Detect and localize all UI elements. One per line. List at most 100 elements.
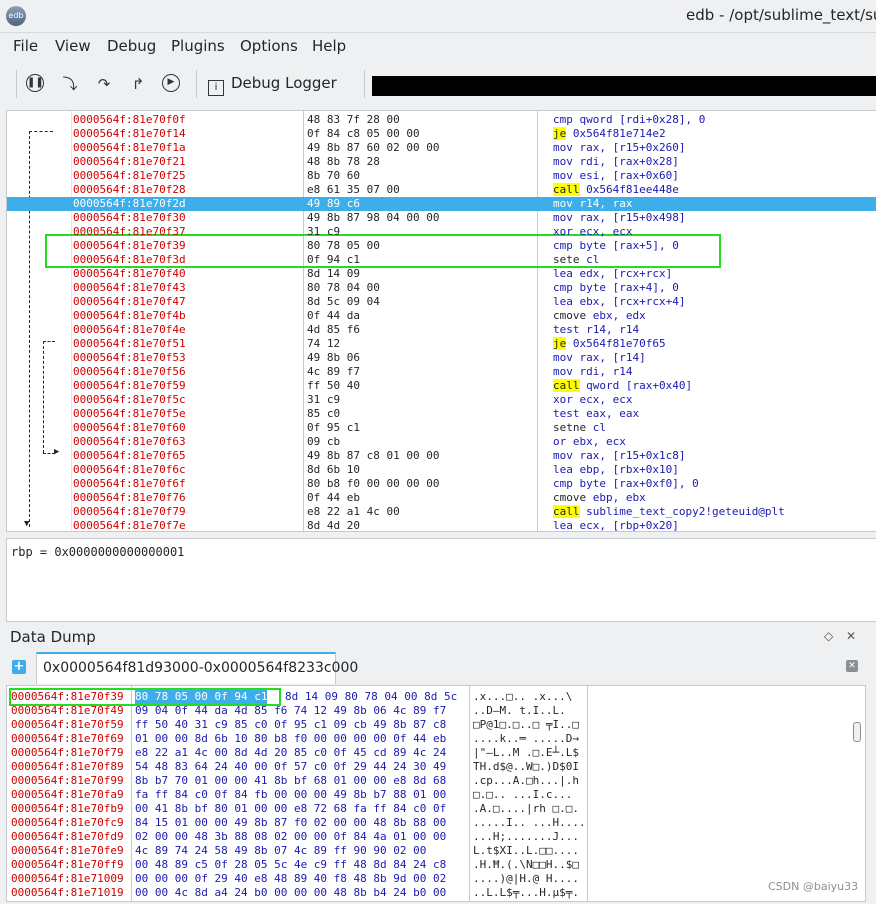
opcode-bytes: 8d 6b 10 <box>307 463 360 476</box>
data-dump-view[interactable]: 0000564f:81e70f39 80 78 05 00 0f 94 c1 8d … <box>6 685 866 902</box>
disasm-row[interactable]: 0000564f:81e70f6f 80 b8 f0 00 00 00 00 cmp… <box>7 477 876 491</box>
mnemonic: call <box>553 379 580 392</box>
mnemonic: lea <box>553 519 573 532</box>
opcode-bytes: 8d 4d 20 <box>307 519 360 532</box>
disasm-row[interactable]: 0000564f:81e70f28 e8 61 35 07 00 call 0x56… <box>7 183 876 197</box>
dump-address: 0000564f:81e70fc9 <box>11 816 124 829</box>
address: 0000564f:81e70f37 <box>73 225 186 238</box>
disasm-row[interactable]: 0000564f:81e70f63 09 cb or ebx, ecx <box>7 435 876 449</box>
disasm-row[interactable]: 0000564f:81e70f5c 31 c9 xor ecx, ecx <box>7 393 876 407</box>
menu-options[interactable]: Options <box>240 37 298 55</box>
instruction: cmp byte [rax+4], 0 <box>553 281 679 295</box>
dump-hex: 84 15 01 00 00 49 8b 87 f0 02 00 00 48 8… <box>135 816 447 829</box>
address: 0000564f:81e70f14 <box>73 127 186 140</box>
close-icon[interactable]: ✕ <box>846 629 856 643</box>
tab-memory-region[interactable]: 0x0000564f81d93000-0x0000564f8233c000 <box>36 652 358 684</box>
dump-ascii: ...H;.......J... <box>473 830 579 843</box>
address: 0000564f:81e70f4e <box>73 323 186 336</box>
menu-debug[interactable]: Debug <box>107 37 156 55</box>
add-tab-icon[interactable]: + <box>12 660 26 674</box>
instruction: mov esi, [rax+0x60] <box>553 169 679 183</box>
disasm-row[interactable]: 0000564f:81e70f51 74 12 je 0x564f81e70f65 <box>7 337 876 351</box>
operands: rax, [r15+0x498] <box>579 211 686 224</box>
info-icon: i <box>208 80 224 96</box>
toolbar: ❚❚ ⤵ ↷ ↱ ▶ i Debug Logger <box>0 60 876 106</box>
disasm-row[interactable]: 0000564f:81e70f47 8d 5c 09 04 lea ebx, [rc… <box>7 295 876 309</box>
dump-hex: 54 48 83 64 24 40 00 0f 57 c0 0f 29 44 2… <box>135 760 447 773</box>
run-icon[interactable]: ▶ <box>162 74 180 92</box>
operands: r14, rax <box>579 197 633 210</box>
disasm-row[interactable]: 0000564f:81e70f76 0f 44 eb cmove ebp, ebx <box>7 491 876 505</box>
close-tab-icon[interactable]: ✕ <box>846 660 858 672</box>
disasm-row[interactable]: 0000564f:81e70f59 ff 50 40 call qword [rax… <box>7 379 876 393</box>
operands: rax, [r14] <box>579 351 646 364</box>
menu-file[interactable]: File <box>13 37 38 55</box>
debug-logger-label: Debug Logger <box>231 74 337 92</box>
instruction: cmove ebx, edx <box>553 309 646 323</box>
operands: esi, [rax+0x60] <box>579 169 679 182</box>
dump-hex: 01 00 00 8d 6b 10 80 b8 f0 00 00 00 00 0… <box>135 732 447 745</box>
instruction: cmp qword [rdi+0x28], 0 <box>553 113 705 127</box>
disasm-row[interactable]: 0000564f:81e70f3d 0f 94 c1 sete cl <box>7 253 876 267</box>
disasm-row[interactable]: 0000564f:81e70f65 49 8b 87 c8 01 00 00 mov… <box>7 449 876 463</box>
disasm-row[interactable]: 0000564f:81e70f14 0f 84 c8 05 00 00 je 0x5… <box>7 127 876 141</box>
dump-ascii: .cp...A.□h...|.h <box>473 774 579 787</box>
data-dump-header: Data Dump ◇ ✕ <box>0 626 876 648</box>
dump-ascii: ....k..═ .....D→ <box>473 732 579 745</box>
disasm-row[interactable]: 0000564f:81e70f40 8d 14 09 lea edx, [rcx+r… <box>7 267 876 281</box>
toolbar-separator <box>16 70 17 98</box>
mnemonic: je <box>553 337 567 350</box>
disasm-row[interactable]: 0000564f:81e70f43 80 78 04 00 cmp byte [ra… <box>7 281 876 295</box>
mnemonic: lea <box>553 295 573 308</box>
mnemonic: xor <box>553 225 573 238</box>
disasm-row[interactable]: 0000564f:81e70f30 49 8b 87 98 04 00 00 mov… <box>7 211 876 225</box>
disasm-row[interactable]: 0000564f:81e70f21 48 8b 78 28 mov rdi, [ra… <box>7 155 876 169</box>
menu-help[interactable]: Help <box>312 37 346 55</box>
pause-icon[interactable]: ❚❚ <box>26 74 44 92</box>
disasm-row[interactable]: 0000564f:81e70f0f 48 83 7f 28 00 cmp qword… <box>7 113 876 127</box>
disassembly-view[interactable]: ▼ ▶ 0000564f:81e70f0f 48 83 7f 28 00 cmp q… <box>6 110 876 532</box>
disasm-row[interactable]: 0000564f:81e70f60 0f 95 c1 setne cl <box>7 421 876 435</box>
disasm-row[interactable]: 0000564f:81e70f79 e8 22 a1 4c 00 call subl… <box>7 505 876 519</box>
disasm-row[interactable]: 0000564f:81e70f53 49 8b 06 mov rax, [r14] <box>7 351 876 365</box>
step-out-icon[interactable]: ↱ <box>128 74 148 94</box>
operands: ebx, edx <box>592 309 646 322</box>
menu-plugins[interactable]: Plugins <box>171 37 225 55</box>
vertical-scrollbar[interactable] <box>849 686 863 901</box>
dump-address: 0000564f:81e70f39 <box>11 690 124 703</box>
opcode-bytes: 0f 94 c1 <box>307 253 360 266</box>
operands: eax, eax <box>586 407 640 420</box>
opcode-bytes: 48 83 7f 28 00 <box>307 113 400 126</box>
disasm-row[interactable]: 0000564f:81e70f37 31 c9 xor ecx, ecx <box>7 225 876 239</box>
address: 0000564f:81e70f30 <box>73 211 186 224</box>
disasm-row[interactable]: 0000564f:81e70f5e 85 c0 test eax, eax <box>7 407 876 421</box>
dump-hex: 00 48 89 c5 0f 28 05 5c 4e c9 ff 48 8d 8… <box>135 858 447 871</box>
instruction: mov rax, [r15+0x498] <box>553 211 685 225</box>
disasm-row[interactable]: 0000564f:81e70f6c 8d 6b 10 lea ebp, [rbx+0… <box>7 463 876 477</box>
dump-ascii: .....I.. ...H.... <box>473 816 586 829</box>
dump-ascii: .x...□.. .x...\ <box>473 690 573 703</box>
menu-view[interactable]: View <box>55 37 91 55</box>
disasm-row[interactable]: 0000564f:81e70f1a 49 8b 87 60 02 00 00 mov… <box>7 141 876 155</box>
dump-ascii: L.t$XI..L.□□.... <box>473 844 579 857</box>
disasm-row[interactable]: 0000564f:81e70f39 80 78 05 00 cmp byte [ra… <box>7 239 876 253</box>
mnemonic: test <box>553 323 580 336</box>
operands: 0x564f81e70f65 <box>572 337 666 350</box>
instruction: lea ebx, [rcx+rcx+4] <box>553 295 685 309</box>
mnemonic: lea <box>553 463 573 476</box>
dump-address: 0000564f:81e71019 <box>11 886 124 899</box>
instruction: xor ecx, ecx <box>553 393 632 407</box>
step-over-icon[interactable]: ↷ <box>94 74 114 94</box>
disasm-row[interactable]: 0000564f:81e70f56 4c 89 f7 mov rdi, r14 <box>7 365 876 379</box>
disasm-row[interactable]: 0000564f:81e70f4b 0f 44 da cmove ebx, edx <box>7 309 876 323</box>
debug-logger-button[interactable]: i Debug Logger <box>208 74 337 96</box>
float-icon[interactable]: ◇ <box>824 629 833 643</box>
step-into-icon[interactable]: ⤵ <box>60 74 80 94</box>
opcode-bytes: 4d 85 f6 <box>307 323 360 336</box>
disasm-row[interactable]: 0000564f:81e70f25 8b 70 60 mov esi, [rax+0… <box>7 169 876 183</box>
disasm-row[interactable]: 0000564f:81e70f4e 4d 85 f6 test r14, r14 <box>7 323 876 337</box>
scrollbar-thumb[interactable] <box>853 722 861 742</box>
mnemonic: xor <box>553 393 573 406</box>
disasm-row[interactable]: 0000564f:81e70f7e 8d 4d 20 lea ecx, [rbp+0… <box>7 519 876 532</box>
disasm-row[interactable]: 0000564f:81e70f2d 49 89 c6 mov r14, rax <box>7 197 876 211</box>
